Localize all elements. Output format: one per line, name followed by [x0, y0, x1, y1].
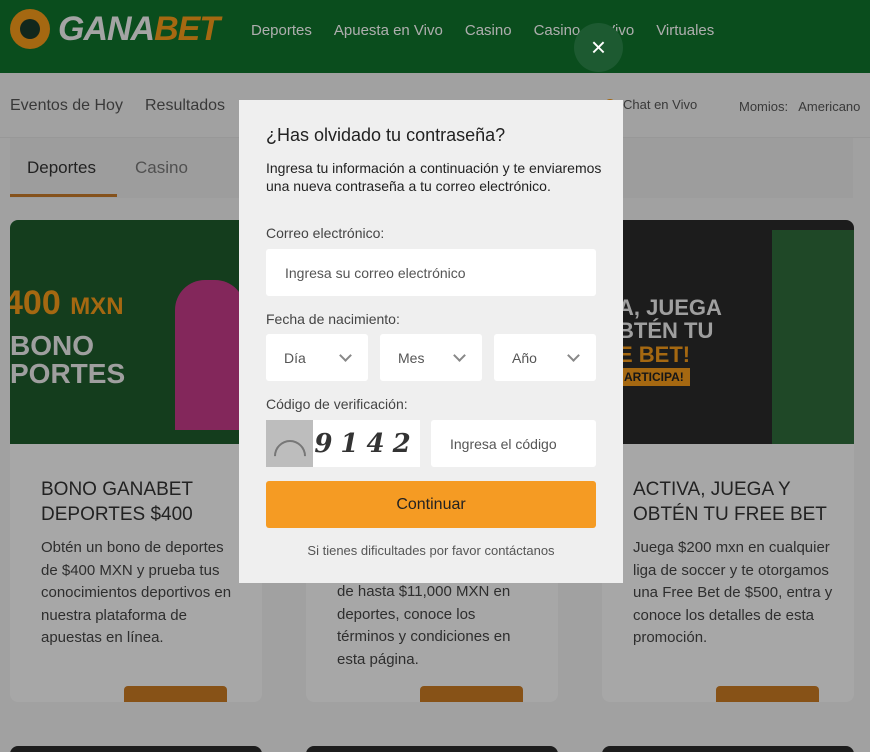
- help-contact-link[interactable]: Si tienes dificultades por favor contáct…: [239, 543, 623, 558]
- captcha-image: 9142: [313, 420, 420, 467]
- captcha: 9142: [266, 420, 420, 467]
- year-select[interactable]: Año: [494, 334, 596, 381]
- modal-title: ¿Has olvidado tu contraseña?: [266, 125, 506, 145]
- continue-button[interactable]: Continuar: [266, 481, 596, 528]
- forgot-password-modal: ¿Has olvidado tu contraseña? Ingresa tu …: [239, 100, 623, 583]
- chevron-down-icon: [453, 348, 466, 362]
- email-field[interactable]: Ingresa su correo electrónico: [266, 249, 596, 296]
- email-label: Correo electrónico:: [266, 225, 385, 241]
- refresh-icon[interactable]: [266, 420, 313, 467]
- dob-label: Fecha de nacimiento:: [266, 311, 400, 327]
- verification-code-field[interactable]: Ingresa el código: [431, 420, 596, 467]
- chevron-down-icon: [567, 348, 580, 362]
- chevron-down-icon: [339, 348, 352, 362]
- day-select[interactable]: Día: [266, 334, 368, 381]
- modal-intro: Ingresa tu información a continuación y …: [266, 160, 602, 194]
- code-label: Código de verificación:: [266, 396, 408, 412]
- month-select[interactable]: Mes: [380, 334, 482, 381]
- close-icon[interactable]: ×: [574, 23, 623, 72]
